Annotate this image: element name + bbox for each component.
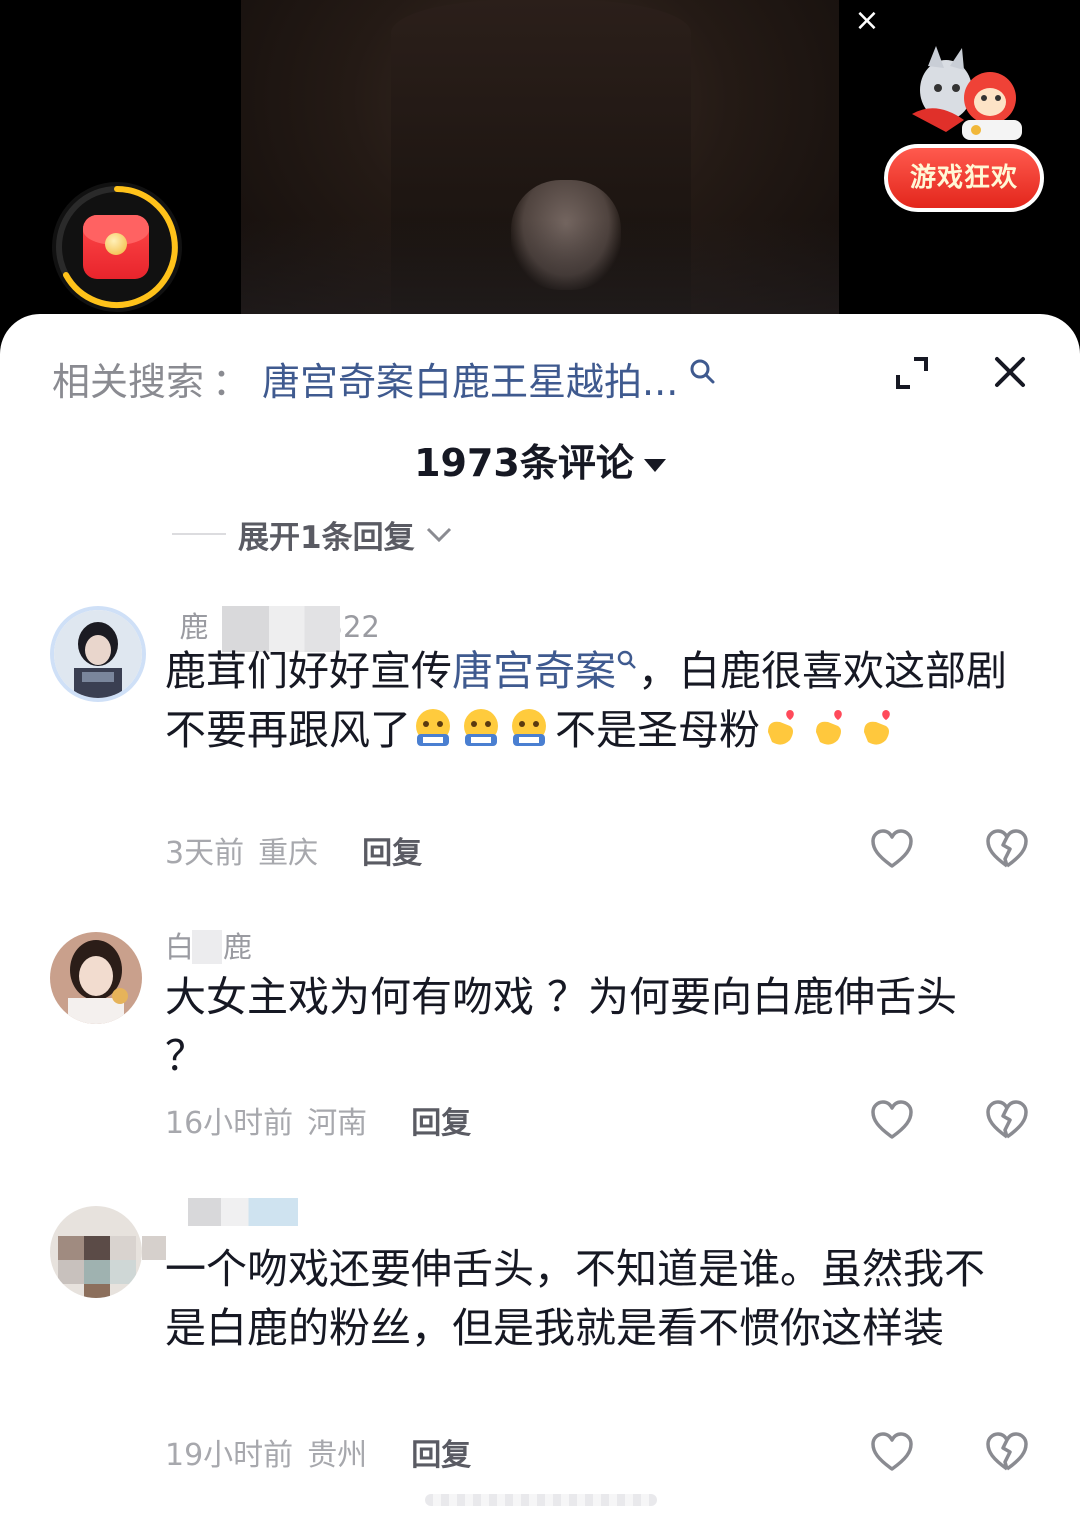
- hot-face-emoji-icon: [512, 709, 546, 746]
- avatar[interactable]: [50, 932, 142, 1024]
- avatar-mosaic: [142, 1236, 166, 1260]
- divider: [172, 533, 226, 535]
- comment-meta: 3天前 重庆 回复: [165, 828, 422, 872]
- comment-location: 贵州: [307, 1438, 368, 1473]
- caret-down-icon: [643, 459, 666, 472]
- reply-button[interactable]: 回复: [411, 1430, 471, 1474]
- expand-replies-label: 展开1条回复: [238, 519, 415, 556]
- broken-heart-icon[interactable]: [985, 829, 1029, 869]
- comment-keyword-link[interactable]: 唐宫奇案: [452, 647, 616, 695]
- search-icon: [690, 359, 715, 384]
- comment-time: 16小时前: [165, 1106, 294, 1141]
- related-search-label: 相关搜索: [52, 359, 205, 404]
- expand-replies-button[interactable]: 展开1条回复: [172, 510, 453, 558]
- finger-heart-emoji-icon: [864, 710, 890, 745]
- comment-panel: 相关搜索 ： 唐宫奇案白鹿王星越拍... 1973条评论 展开1条回复 鹿 52…: [0, 314, 1080, 1529]
- comment-meta: 16小时前 河南 回复: [165, 1098, 471, 1142]
- comment-text: 一个吻戏还要伸舌头，不知道是谁。虽然我不是白鹿的粉丝，但是我就是看不惯你这样装: [165, 1245, 985, 1352]
- game-festival-button[interactable]: 游戏狂欢: [884, 144, 1044, 212]
- fullscreen-icon[interactable]: [894, 355, 930, 391]
- red-envelope-icon: [83, 215, 149, 279]
- search-icon: [617, 650, 636, 669]
- heart-icon[interactable]: [870, 829, 914, 869]
- comment-location: 河南: [307, 1106, 368, 1141]
- red-packet-button[interactable]: [52, 182, 182, 312]
- game-festival-badge[interactable]: 游戏狂欢: [884, 40, 1044, 215]
- avatar[interactable]: [50, 1206, 142, 1298]
- finger-heart-emoji-icon: [816, 710, 842, 745]
- home-indicator[interactable]: [425, 1494, 657, 1506]
- comment-location: 重庆: [258, 836, 319, 871]
- broken-heart-icon[interactable]: [985, 1100, 1029, 1140]
- close-icon[interactable]: [992, 354, 1028, 390]
- broken-heart-icon[interactable]: [985, 1432, 1029, 1472]
- comment-count-dropdown[interactable]: 1973条评论: [0, 432, 1080, 487]
- heart-icon[interactable]: [870, 1100, 914, 1140]
- username-mosaic: [192, 930, 222, 964]
- related-search-separator: ：: [212, 359, 251, 404]
- mascot-icon: [912, 46, 1022, 140]
- comment-time: 3天前: [165, 836, 245, 871]
- close-ad-icon[interactable]: ×: [852, 6, 882, 36]
- reply-button[interactable]: 回复: [411, 1098, 471, 1142]
- comment-count-label: 1973条评论: [414, 441, 634, 485]
- username-mosaic: [188, 1198, 298, 1226]
- comment-text: 大女主戏为何有吻戏 ？为何要向白鹿伸舌头 ？: [165, 973, 958, 1080]
- comment-time: 19小时前: [165, 1438, 294, 1473]
- video-player[interactable]: × 游戏狂欢: [0, 0, 1080, 330]
- reply-button[interactable]: 回复: [362, 828, 422, 872]
- chevron-down-icon: [426, 527, 451, 543]
- comment-text: 鹿茸们好好宣传唐宫奇案 ，白鹿很喜欢这部剧不要再跟风了 不是圣母粉: [165, 647, 1007, 754]
- hot-face-emoji-icon: [416, 709, 450, 746]
- related-search[interactable]: 相关搜索 ： 唐宫奇案白鹿王星越拍...: [52, 350, 716, 406]
- heart-icon[interactable]: [870, 1432, 914, 1472]
- hot-face-emoji-icon: [464, 709, 498, 746]
- avatar[interactable]: [50, 606, 146, 702]
- finger-heart-emoji-icon: [768, 710, 794, 745]
- related-search-query[interactable]: 唐宫奇案白鹿王星越拍...: [262, 351, 678, 406]
- video-frame[interactable]: [241, 0, 839, 330]
- comment-meta: 19小时前 贵州 回复: [165, 1430, 471, 1474]
